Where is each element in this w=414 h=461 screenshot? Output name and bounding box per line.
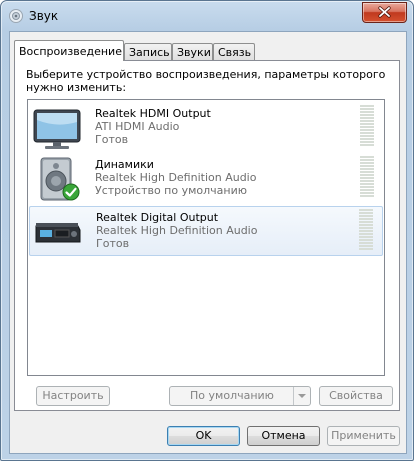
set-default-label: По умолчанию <box>190 389 274 402</box>
device-name: Динамики <box>95 158 154 171</box>
close-button[interactable] <box>362 2 407 23</box>
set-default-button[interactable]: По умолчанию <box>169 386 311 406</box>
device-item-hdmi[interactable]: Realtek HDMI Output ATI HDMI Audio Готов <box>29 103 383 153</box>
playback-tab-panel: Выберите устройство воспроизведения, пар… <box>14 60 400 411</box>
configure-button[interactable]: Настроить <box>36 386 110 406</box>
device-driver: Realtek High Definition Audio <box>96 224 258 237</box>
volume-meter <box>359 209 373 253</box>
device-item-digital-output[interactable]: Realtek Digital Output Realtek High Defi… <box>29 206 383 256</box>
dialog-client-area: Воспроизведение Запись Звуки Связь Выбер… <box>9 31 407 454</box>
properties-button[interactable]: Свойства <box>319 386 393 406</box>
cancel-button[interactable]: Отмена <box>247 426 320 446</box>
device-list[interactable]: Realtek HDMI Output ATI HDMI Audio Готов <box>27 99 385 376</box>
device-status: Готов <box>96 237 130 250</box>
tab-communications[interactable]: Связь <box>213 43 255 60</box>
chevron-down-icon[interactable] <box>293 387 310 405</box>
device-driver: Realtek High Definition Audio <box>95 171 257 184</box>
monitor-icon <box>33 109 81 149</box>
sound-dialog-window: Звук Воспроизведение Запись Звуки Связь … <box>0 0 414 461</box>
default-check-icon <box>62 183 80 201</box>
device-status: Устройство по умолчанию <box>95 184 248 197</box>
volume-meter <box>360 105 374 149</box>
receiver-icon <box>35 223 81 243</box>
ok-button[interactable]: OK <box>167 426 240 446</box>
apply-button[interactable]: Применить <box>327 426 400 446</box>
tab-recording[interactable]: Запись <box>124 43 172 60</box>
device-driver: ATI HDMI Audio <box>95 120 180 133</box>
device-status: Готов <box>95 133 129 146</box>
device-name: Realtek HDMI Output <box>95 107 211 120</box>
device-name: Realtek Digital Output <box>96 211 219 224</box>
tab-sounds[interactable]: Звуки <box>172 43 213 60</box>
close-icon <box>378 6 391 18</box>
tab-playback[interactable]: Воспроизведение <box>14 40 124 61</box>
volume-meter <box>360 156 374 200</box>
title-bar[interactable]: Звук <box>1 1 413 30</box>
device-item-speakers[interactable]: Динамики Realtek High Definition Audio У… <box>29 154 383 204</box>
instruction-text: Выберите устройство воспроизведения, пар… <box>26 68 386 94</box>
window-title: Звук <box>29 9 59 23</box>
sound-icon <box>9 9 23 23</box>
